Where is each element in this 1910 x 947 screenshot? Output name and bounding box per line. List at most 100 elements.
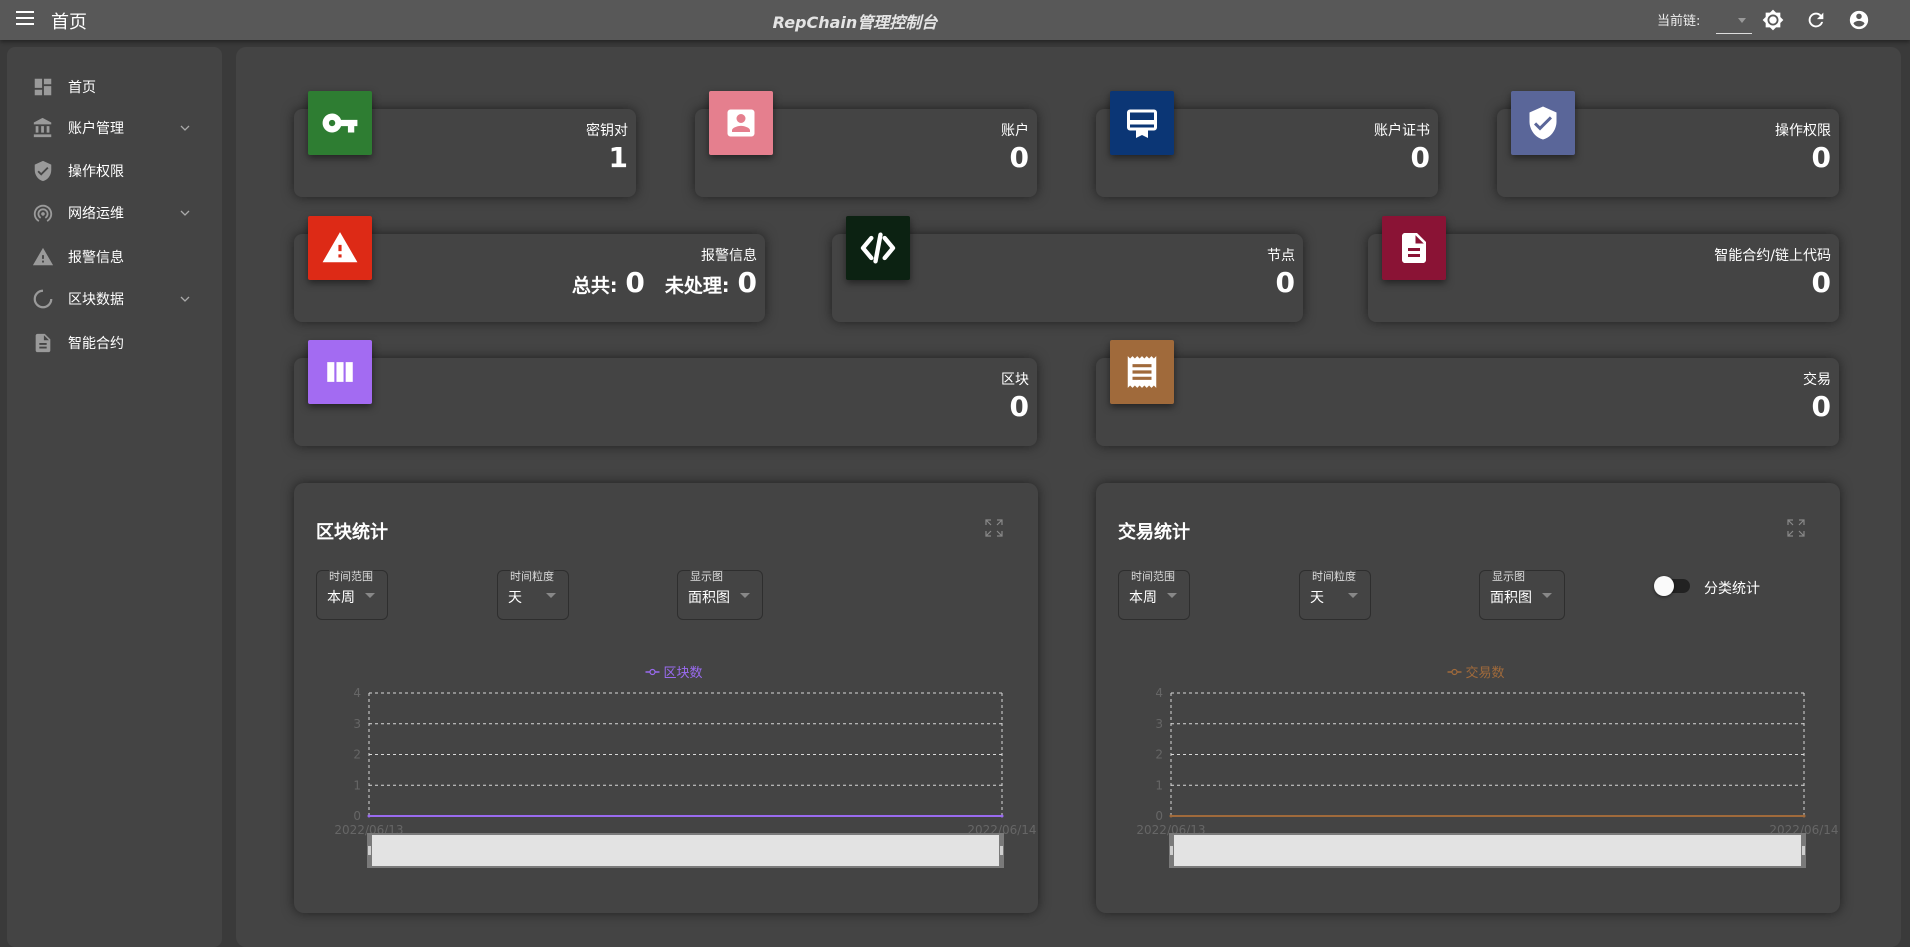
sidebar-item-label: 智能合约 bbox=[68, 336, 124, 352]
stat-label: 节点 bbox=[1267, 248, 1295, 264]
warning-icon bbox=[32, 247, 54, 266]
sidebar-item-block-data[interactable]: 区块数据 bbox=[7, 281, 222, 317]
stat-value: 0 bbox=[1811, 141, 1831, 174]
zoom-slider-handle bbox=[368, 846, 371, 855]
shield-icon bbox=[34, 160, 52, 182]
legend-label: 区块数 bbox=[664, 666, 703, 681]
zoom-slider-handle bbox=[1000, 846, 1003, 855]
transaction-count-chart: 交易数012342022/06/13 2022/06/14 bbox=[1136, 665, 1839, 868]
y-tick-label: 3 bbox=[1155, 717, 1163, 731]
stat-value: 0 bbox=[1009, 141, 1029, 174]
current-chain-select[interactable] bbox=[1716, 10, 1752, 34]
data-point bbox=[367, 814, 371, 818]
stat-value: 0 bbox=[1009, 390, 1029, 423]
certificate-icon bbox=[1110, 91, 1174, 155]
sidebar-item-permissions[interactable]: 操作权限 bbox=[7, 153, 222, 189]
permission-card[interactable]: 操作权限 0 bbox=[1497, 91, 1839, 197]
top-app-bar: 首页 RepChain管理控制台 当前链: bbox=[0, 0, 1910, 40]
legend-label: 交易数 bbox=[1466, 665, 1505, 681]
alarm-pending-label: 未处理: bbox=[664, 275, 730, 297]
alarm-counts: 总共: 0 未处理: 0 bbox=[572, 266, 757, 299]
main-content: 密钥对 1 账户 0 账户证书 0 操作权限 0 报警信息 总共: 0 未处理:… bbox=[236, 47, 1901, 947]
y-tick-label: 3 bbox=[353, 717, 361, 731]
receipt-icon bbox=[1110, 340, 1174, 404]
warning-icon bbox=[308, 216, 372, 280]
legend-marker-icon bbox=[1451, 668, 1458, 676]
stat-value: 0 bbox=[1811, 390, 1831, 423]
y-tick-label: 0 bbox=[1155, 809, 1163, 823]
node-card[interactable]: 节点 0 bbox=[832, 216, 1303, 322]
stat-label: 区块 bbox=[1001, 372, 1029, 388]
stat-value: 0 bbox=[1275, 266, 1295, 299]
sidebar-item-label: 操作权限 bbox=[68, 164, 124, 180]
data-point bbox=[1000, 814, 1004, 818]
app-title: RepChain管理控制台 bbox=[772, 13, 938, 32]
stat-label: 账户证书 bbox=[1374, 123, 1430, 139]
block-card[interactable]: 区块 0 bbox=[294, 340, 1037, 446]
document-icon bbox=[35, 333, 51, 353]
legend-marker-icon bbox=[649, 668, 656, 676]
y-tick-label: 2 bbox=[353, 748, 361, 762]
zoom-slider-handle bbox=[1802, 846, 1805, 855]
refresh-icon[interactable] bbox=[1805, 9, 1827, 31]
sidebar-item-label: 首页 bbox=[68, 80, 96, 96]
certificate-card[interactable]: 账户证书 0 bbox=[1096, 91, 1438, 197]
sidebar-item-alarms[interactable]: 报警信息 bbox=[7, 239, 222, 275]
chevron-down-icon bbox=[180, 296, 190, 302]
y-tick-label: 0 bbox=[353, 809, 361, 823]
account-card[interactable]: 账户 0 bbox=[695, 91, 1037, 197]
y-tick-label: 1 bbox=[1155, 778, 1163, 792]
document-icon bbox=[1382, 216, 1446, 280]
block-stats-panel: 区块统计 时间范围 本周 时间粒度 天 显示图 面积图 区块数 0 1 2 3 4 2022… bbox=[294, 483, 1038, 913]
current-chain-label: 当前链: bbox=[1657, 14, 1701, 29]
dashboard-icon bbox=[34, 78, 52, 96]
stat-label: 交易 bbox=[1803, 372, 1831, 388]
sidebar: 首页 账户管理 操作权限 网络运维 报警信息 区块数据 智能合约 bbox=[7, 47, 222, 947]
zoom-slider-window bbox=[372, 835, 999, 866]
alarm-total-label: 总共: bbox=[571, 275, 618, 297]
stat-value: 0 bbox=[1811, 266, 1831, 299]
transaction-stats-panel: 交易统计 时间范围 本周 时间粒度 天 显示图 面积图 分类统计 交易数 0 1 2 3… bbox=[1096, 483, 1840, 913]
data-point bbox=[1802, 814, 1806, 818]
sidebar-item-network-ops[interactable]: 网络运维 bbox=[7, 195, 222, 231]
chevron-down-icon bbox=[1738, 18, 1746, 23]
sidebar-item-home[interactable]: 首页 bbox=[7, 69, 222, 105]
sidebar-item-label: 账户管理 bbox=[68, 121, 124, 137]
stat-label: 报警信息 bbox=[701, 248, 757, 264]
code-icon bbox=[846, 216, 910, 280]
y-tick-label: 2 bbox=[1155, 748, 1163, 762]
alarm-total-value: 0 bbox=[625, 266, 645, 299]
sidebar-item-account-management[interactable]: 账户管理 bbox=[7, 110, 222, 146]
alarm-pending-value: 0 bbox=[737, 266, 757, 299]
sidebar-item-label: 网络运维 bbox=[68, 206, 124, 222]
columns-icon bbox=[308, 340, 372, 404]
transaction-card[interactable]: 交易 0 bbox=[1096, 340, 1839, 446]
sidebar-item-label: 报警信息 bbox=[68, 250, 124, 266]
contract-card[interactable]: 智能合约/链上代码 0 bbox=[1368, 216, 1839, 322]
stat-label: 操作权限 bbox=[1775, 123, 1831, 139]
stat-label: 账户 bbox=[1001, 123, 1029, 139]
zoom-slider-window bbox=[1174, 835, 1801, 866]
sidebar-item-smart-contracts[interactable]: 智能合约 bbox=[7, 325, 222, 361]
y-tick-label: 1 bbox=[353, 778, 361, 792]
alarm-card[interactable]: 报警信息 总共: 0 未处理: 0 bbox=[294, 216, 765, 322]
sidebar-item-label: 区块数据 bbox=[68, 292, 124, 308]
network-icon bbox=[33, 204, 53, 222]
contact-icon bbox=[709, 91, 773, 155]
chevron-down-icon bbox=[180, 210, 190, 216]
block-count-chart: 区块数012342022/06/13 2022/06/14 bbox=[334, 666, 1037, 868]
y-tick-label: 4 bbox=[1155, 686, 1163, 700]
account-circle-icon[interactable] bbox=[1848, 9, 1870, 31]
shield-check-icon bbox=[1511, 91, 1575, 155]
stat-value: 1 bbox=[608, 141, 628, 174]
y-tick-label: 4 bbox=[353, 686, 361, 700]
stat-label: 密钥对 bbox=[586, 123, 628, 139]
keypair-card[interactable]: 密钥对 1 bbox=[294, 91, 636, 197]
stat-value: 0 bbox=[1410, 141, 1430, 174]
zoom-slider-handle bbox=[1170, 846, 1173, 855]
bank-icon bbox=[33, 117, 52, 138]
brightness-icon[interactable] bbox=[1762, 9, 1784, 31]
key-icon bbox=[308, 91, 372, 155]
loading-circle-icon bbox=[33, 289, 53, 309]
stat-label: 智能合约/链上代码 bbox=[1714, 248, 1831, 264]
